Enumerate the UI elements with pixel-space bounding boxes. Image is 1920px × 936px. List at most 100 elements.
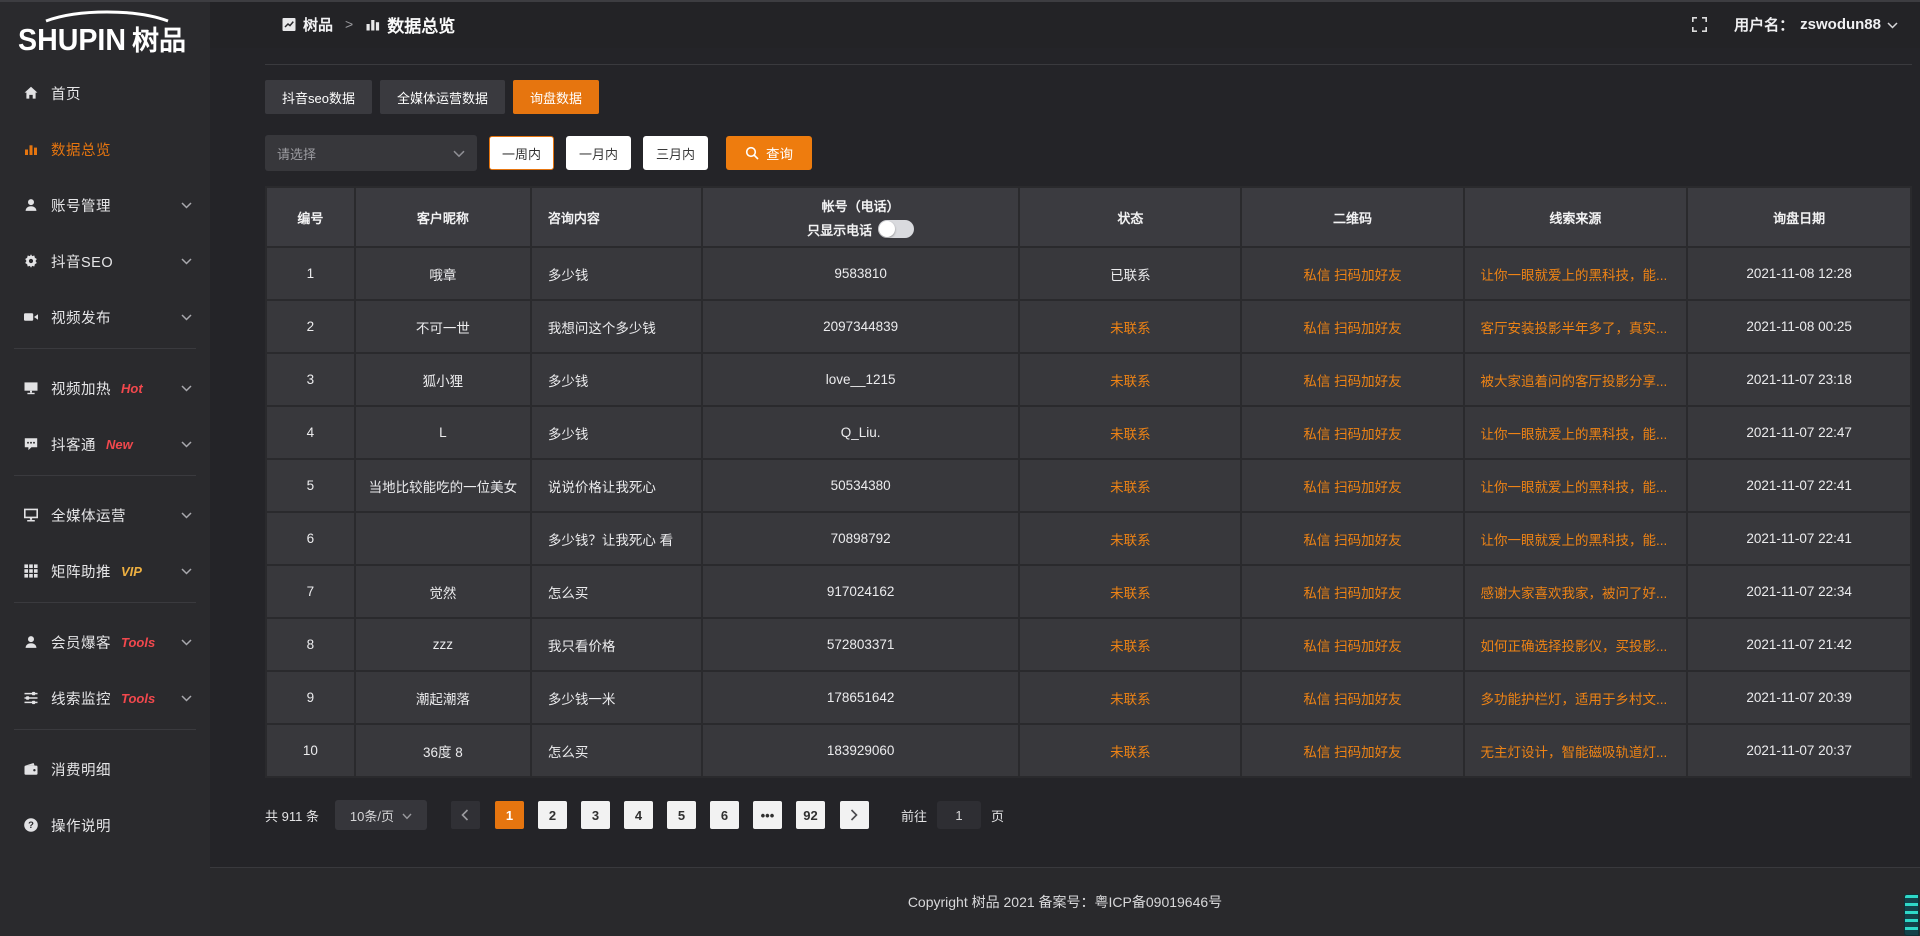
page-button-2[interactable]: 2 bbox=[538, 801, 567, 829]
cell-qrcode-link[interactable]: 私信 扫码加好友 bbox=[1241, 300, 1463, 353]
cell-source-link[interactable]: 被大家追着问的客厅投影分享... bbox=[1464, 353, 1688, 406]
cell-no: 3 bbox=[266, 353, 355, 406]
cell-account: 178651642 bbox=[702, 671, 1019, 724]
cell-no: 9 bbox=[266, 671, 355, 724]
column-header-no: 编号 bbox=[266, 187, 355, 247]
sidebar-item-matrix-boost[interactable]: 矩阵助推 VIP bbox=[0, 546, 210, 596]
cell-source-link[interactable]: 多功能护栏灯，适用于乡村文... bbox=[1464, 671, 1688, 724]
sidebar-item-label: 首页 bbox=[51, 83, 81, 104]
page-ellipsis-button[interactable]: ••• bbox=[753, 801, 782, 829]
range-week-button[interactable]: 一周内 bbox=[489, 136, 554, 170]
inquiry-table: 编号 客户昵称 咨询内容 帐号（电话） 只显示电话 bbox=[265, 186, 1912, 778]
range-month-button[interactable]: 一月内 bbox=[566, 136, 631, 170]
next-page-button[interactable] bbox=[840, 801, 869, 829]
cell-content: 怎么买 bbox=[531, 724, 702, 777]
topbar: 树品 > 数据总览 用户名：zswodun88 bbox=[210, 0, 1920, 48]
sidebar: SHUPIN 树品 首页 数据总览 账号管理 bbox=[0, 0, 210, 936]
sidebar-item-label: 矩阵助推 bbox=[51, 561, 111, 582]
cell-source-link[interactable]: 客厅安装投影半年多了，真实... bbox=[1464, 300, 1688, 353]
breadcrumb-separator: > bbox=[345, 16, 353, 32]
sidebar-divider bbox=[14, 602, 196, 603]
sidebar-item-account-management[interactable]: 账号管理 bbox=[0, 180, 210, 230]
cell-qrcode-link[interactable]: 私信 扫码加好友 bbox=[1241, 724, 1463, 777]
sidebar-item-label: 数据总览 bbox=[51, 139, 111, 160]
username-value: zswodun88 bbox=[1800, 16, 1881, 33]
cell-account: 2097344839 bbox=[702, 300, 1019, 353]
table-row: 4 L 多少钱 Q_Liu. 未联系 私信 扫码加好友 让你一眼就爱上的黑科技，… bbox=[266, 406, 1911, 459]
cell-source-link[interactable]: 无主灯设计，智能磁吸轨道灯... bbox=[1464, 724, 1688, 777]
cell-qrcode-link[interactable]: 私信 扫码加好友 bbox=[1241, 671, 1463, 724]
cell-nickname: 潮起潮落 bbox=[355, 671, 531, 724]
tab-douyin-seo-data[interactable]: 抖音seo数据 bbox=[265, 80, 372, 114]
cell-content: 我只看价格 bbox=[531, 618, 702, 671]
search-button[interactable]: 查询 bbox=[726, 136, 812, 170]
sidebar-item-data-overview[interactable]: 数据总览 bbox=[0, 124, 210, 174]
page-size-value: 10条/页 bbox=[350, 806, 394, 825]
column-header-account: 帐号（电话） 只显示电话 bbox=[702, 187, 1019, 247]
page-button-92[interactable]: 92 bbox=[796, 801, 825, 829]
cell-date: 2021-11-07 20:37 bbox=[1687, 724, 1911, 777]
page-button-1[interactable]: 1 bbox=[495, 801, 524, 829]
sidebar-item-label: 操作说明 bbox=[51, 815, 111, 836]
cell-qrcode-link[interactable]: 私信 扫码加好友 bbox=[1241, 512, 1463, 565]
cell-qrcode-link[interactable]: 私信 扫码加好友 bbox=[1241, 565, 1463, 618]
bar-chart-icon bbox=[365, 17, 381, 32]
sidebar-item-instructions[interactable]: ? 操作说明 bbox=[0, 800, 210, 850]
table-row: 1 哦章 多少钱 9583810 已联系 私信 扫码加好友 让你一眼就爱上的黑科… bbox=[266, 247, 1911, 300]
fullscreen-icon[interactable] bbox=[1691, 16, 1708, 33]
sidebar-item-home[interactable]: 首页 bbox=[0, 68, 210, 118]
sidebar-item-label: 视频加热 bbox=[51, 378, 111, 399]
cell-account: 183929060 bbox=[702, 724, 1019, 777]
range-quarter-button[interactable]: 三月内 bbox=[643, 136, 708, 170]
cell-status: 未联系 bbox=[1019, 512, 1241, 565]
cell-qrcode-link[interactable]: 私信 扫码加好友 bbox=[1241, 353, 1463, 406]
sidebar-item-douyin-seo[interactable]: 抖音SEO bbox=[0, 236, 210, 286]
sidebar-item-douketong[interactable]: 抖客通 New bbox=[0, 419, 210, 469]
page-button-5[interactable]: 5 bbox=[667, 801, 696, 829]
sidebar-item-clue-monitor[interactable]: 线索监控 Tools bbox=[0, 673, 210, 723]
vip-badge: VIP bbox=[121, 564, 142, 579]
cell-qrcode-link[interactable]: 私信 扫码加好友 bbox=[1241, 618, 1463, 671]
cell-source-link[interactable]: 如何正确选择投影仪，买投影... bbox=[1464, 618, 1688, 671]
page-button-3[interactable]: 3 bbox=[581, 801, 610, 829]
cell-source-link[interactable]: 让你一眼就爱上的黑科技，能... bbox=[1464, 512, 1688, 565]
cell-qrcode-link[interactable]: 私信 扫码加好友 bbox=[1241, 406, 1463, 459]
corner-chat-widget[interactable] bbox=[1904, 894, 1919, 936]
cell-nickname: 36度 8 bbox=[355, 724, 531, 777]
tools-badge: Tools bbox=[121, 635, 155, 650]
breadcrumb-root-link[interactable]: 树品 bbox=[282, 14, 333, 35]
svg-text:?: ? bbox=[28, 820, 34, 831]
hot-badge: Hot bbox=[121, 381, 143, 396]
column-header-account-label: 帐号（电话） bbox=[822, 196, 900, 215]
cell-date: 2021-11-07 22:41 bbox=[1687, 459, 1911, 512]
cell-source-link[interactable]: 让你一眼就爱上的黑科技，能... bbox=[1464, 459, 1688, 512]
home-icon bbox=[22, 85, 40, 101]
user-menu[interactable]: 用户名： zswodun88 bbox=[1734, 14, 1898, 35]
tab-omni-media-data[interactable]: 全媒体运营数据 bbox=[380, 80, 505, 114]
cell-qrcode-link[interactable]: 私信 扫码加好友 bbox=[1241, 247, 1463, 300]
page-size-select[interactable]: 10条/页 bbox=[335, 800, 427, 830]
cell-status: 未联系 bbox=[1019, 300, 1241, 353]
sidebar-item-member-leads[interactable]: 会员爆客 Tools bbox=[0, 617, 210, 667]
cell-source-link[interactable]: 感谢大家喜欢我家，被问了好... bbox=[1464, 565, 1688, 618]
copyright-text: Copyright 树品 2021 备案号：粤ICP备09019646号 bbox=[908, 892, 1222, 912]
phone-only-toggle[interactable] bbox=[878, 220, 914, 238]
bar-chart-icon bbox=[22, 141, 40, 157]
cell-source-link[interactable]: 让你一眼就爱上的黑科技，能... bbox=[1464, 247, 1688, 300]
sidebar-item-expense-details[interactable]: 消费明细 bbox=[0, 744, 210, 794]
cell-qrcode-link[interactable]: 私信 扫码加好友 bbox=[1241, 459, 1463, 512]
username-label: 用户名： bbox=[1734, 14, 1794, 35]
cell-nickname: 当地比较能吃的一位美女 bbox=[355, 459, 531, 512]
sidebar-item-video-publish[interactable]: 视频发布 bbox=[0, 292, 210, 342]
prev-page-button[interactable] bbox=[451, 801, 480, 829]
page-button-6[interactable]: 6 bbox=[710, 801, 739, 829]
main-area: 树品 > 数据总览 用户名：zswodun88 bbox=[210, 0, 1920, 936]
tab-inquiry-data[interactable]: 询盘数据 bbox=[513, 80, 599, 114]
column-header-qrcode: 二维码 bbox=[1241, 187, 1463, 247]
sidebar-item-omni-media[interactable]: 全媒体运营 bbox=[0, 490, 210, 540]
sidebar-item-video-heating[interactable]: 视频加热 Hot bbox=[0, 363, 210, 413]
account-select[interactable]: 请选择 bbox=[265, 135, 477, 171]
cell-source-link[interactable]: 让你一眼就爱上的黑科技，能... bbox=[1464, 406, 1688, 459]
page-button-4[interactable]: 4 bbox=[624, 801, 653, 829]
goto-page-input[interactable] bbox=[937, 801, 981, 829]
